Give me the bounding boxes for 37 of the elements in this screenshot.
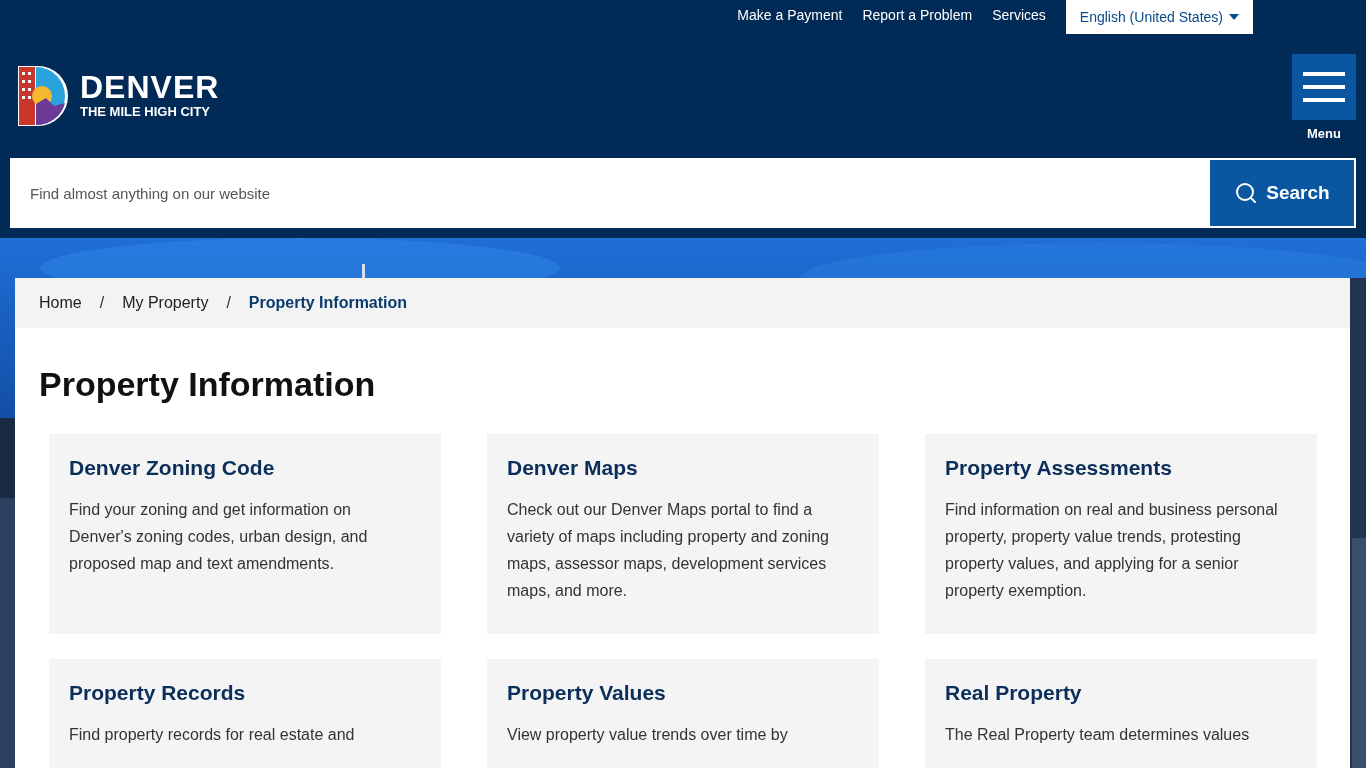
card-description: Find information on real and business personal property, property value trends, protesting property values, and applying for a senior property exemption.	[945, 500, 1279, 601]
breadcrumb-separator: /	[99, 294, 105, 312]
card-description: The Real Property team determines values	[945, 725, 1251, 745]
menu-icon	[1303, 72, 1345, 102]
menu-label: Menu	[1307, 126, 1341, 141]
card-title: Denver Maps	[507, 456, 639, 480]
card-description: Check out our Denver Maps portal to find a variety of maps including property and zoning maps, assessor maps, development services maps, and more.	[507, 500, 830, 601]
denver-logo[interactable]: DENVER THE MILE HIGH CITY	[16, 64, 220, 128]
link-card[interactable]: Denver Zoning Code Find your zoning and get information on Denver's zoning codes, urban design, and proposed map and text amendments.	[49, 434, 441, 634]
link-card[interactable]: Denver Maps Check out our Denver Maps portal to find a variety of maps including property and zoning maps, assessor maps, development services maps, and more.	[487, 434, 879, 634]
card-title: Real Property	[945, 681, 1083, 705]
logo-icon	[16, 64, 68, 128]
language-dropdown[interactable]: English (United States)	[1065, 0, 1253, 34]
caret-icon	[1229, 14, 1239, 20]
breadcrumb-link[interactable]: My Property	[122, 294, 209, 312]
link-card[interactable]: Real Property The Real Property team determines values	[925, 659, 1317, 768]
link-card[interactable]: Property Assessments Find information on real and business personal property, property value trends, protesting property values, and applying for a senior property exemption.	[925, 434, 1317, 634]
card-description: View property value trends over time by	[507, 725, 789, 745]
search-button[interactable]: Search	[1208, 158, 1356, 228]
utility-link[interactable]: Make a Payment	[737, 0, 843, 23]
card-title: Property Values	[507, 681, 667, 705]
page-title: Property Information	[39, 364, 377, 404]
breadcrumb-link[interactable]: Home	[39, 294, 82, 312]
utility-link[interactable]: Report a Problem	[862, 0, 973, 23]
search-field[interactable]: Find almost anything on our website	[10, 158, 1208, 228]
breadcrumb-link[interactable]: Property Information	[248, 294, 408, 312]
search-icon	[1234, 181, 1259, 205]
card-description: Find your zoning and get information on Denver's zoning codes, urban design, and proposed map and text amendments.	[69, 500, 369, 574]
card-title: Denver Zoning Code	[69, 456, 276, 480]
breadcrumb-separator: /	[226, 294, 231, 312]
link-card[interactable]: Property Records Find property records for real estate and	[49, 659, 441, 768]
utility-link[interactable]: Services	[992, 0, 1046, 23]
card-title: Property Records	[69, 681, 247, 705]
card-description: Find property records for real estate and	[69, 725, 356, 745]
link-card[interactable]: Property Values View property value trends over time by	[487, 659, 879, 768]
menu-button[interactable]	[1292, 54, 1356, 120]
card-title: Property Assessments	[945, 456, 1173, 480]
